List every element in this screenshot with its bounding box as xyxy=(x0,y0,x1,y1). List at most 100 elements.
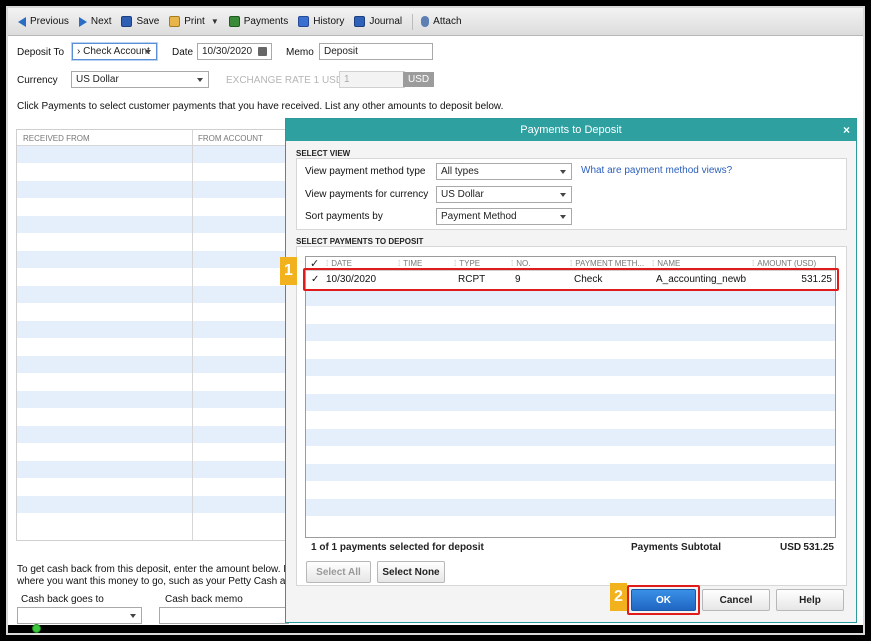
payment-row-empty xyxy=(306,411,835,429)
view-currency-value: US Dollar xyxy=(441,189,484,200)
select-all-button[interactable]: Select All xyxy=(306,561,371,583)
payment-row-type: RCPT xyxy=(458,274,486,286)
ok-button[interactable]: OK xyxy=(631,589,696,611)
cash-back-account-select[interactable] xyxy=(17,607,142,624)
column-header-amount[interactable]: ⁞ AMOUNT (USD) xyxy=(750,259,834,268)
print-label: Print xyxy=(184,16,205,27)
printer-icon xyxy=(169,16,181,27)
payment-row-empty xyxy=(306,428,835,446)
previous-button[interactable]: Previous xyxy=(14,12,73,32)
method-type-value: All types xyxy=(441,166,479,177)
column-header-type[interactable]: ⁞ TYPE xyxy=(452,259,509,268)
column-grip-icon: ⁞ xyxy=(398,259,401,268)
paperclip-icon xyxy=(421,16,430,27)
memo-label: Memo xyxy=(286,47,314,58)
cancel-button[interactable]: Cancel xyxy=(702,589,770,611)
journal-button[interactable]: Journal xyxy=(350,12,406,32)
deposit-to-select[interactable]: › Check Account xyxy=(72,43,157,60)
next-label: Next xyxy=(90,16,112,27)
chevron-down-icon xyxy=(130,614,136,618)
dialog-title-bar: Payments to Deposit × xyxy=(286,119,856,141)
save-label: Save xyxy=(136,16,160,27)
cash-back-memo-input[interactable] xyxy=(159,607,289,624)
chevron-down-icon xyxy=(560,215,566,219)
column-header-check[interactable]: ✓ xyxy=(306,257,324,270)
column-header-time[interactable]: ⁞ TIME xyxy=(396,259,452,268)
deposit-to-value: › Check Account xyxy=(77,46,150,57)
status-indicator-icon xyxy=(32,624,41,633)
cash-back-memo-label: Cash back memo xyxy=(165,594,243,605)
memo-input[interactable]: Deposit xyxy=(319,43,433,60)
toolbar-divider xyxy=(412,13,414,30)
payment-row-name: A_accounting_newb xyxy=(656,274,747,286)
column-divider xyxy=(192,130,193,540)
cash-back-goes-to-label: Cash back goes to xyxy=(21,594,104,605)
currency-select[interactable]: US Dollar xyxy=(71,71,209,88)
print-button[interactable]: Print xyxy=(165,12,209,32)
date-value: 10/30/2020 xyxy=(202,46,253,57)
payment-row-empty xyxy=(306,358,835,376)
column-header-date[interactable]: ⁞ DATE xyxy=(324,259,396,268)
currency-label: Currency xyxy=(17,75,58,86)
method-views-help-link[interactable]: What are payment method views? xyxy=(581,165,732,176)
exchange-rate-input[interactable]: 1 xyxy=(339,71,405,88)
selected-count-text: 1 of 1 payments selected for deposit xyxy=(311,542,484,553)
column-header-type-label: TYPE xyxy=(459,259,481,268)
history-label: History xyxy=(313,16,345,27)
select-none-button[interactable]: Select None xyxy=(377,561,445,583)
column-header-from-account[interactable]: FROM ACCOUNT xyxy=(192,130,269,145)
method-type-label: View payment method type xyxy=(305,166,426,177)
view-currency-label: View payments for currency xyxy=(305,189,429,200)
close-icon[interactable]: × xyxy=(843,123,850,137)
chevron-down-icon xyxy=(145,50,151,54)
select-view-panel: View payment method type All types What … xyxy=(296,158,847,230)
payment-row-number: 9 xyxy=(515,274,521,286)
payment-row-empty xyxy=(306,498,835,516)
column-header-name[interactable]: ⁞ NAME xyxy=(650,259,750,268)
previous-label: Previous xyxy=(30,16,69,27)
memo-value: Deposit xyxy=(324,46,358,57)
date-field[interactable]: 10/30/2020 xyxy=(197,43,272,60)
column-header-received-from[interactable]: RECEIVED FROM xyxy=(17,130,192,145)
dialog-title: Payments to Deposit xyxy=(520,124,622,136)
subtotal-currency: USD xyxy=(780,542,802,553)
chevron-down-icon xyxy=(197,78,203,82)
view-currency-select[interactable]: US Dollar xyxy=(436,186,572,203)
column-header-no[interactable]: ⁞ NO. xyxy=(509,259,568,268)
payment-row-empty xyxy=(306,481,835,499)
calendar-icon[interactable] xyxy=(258,47,267,56)
instructions-text: Click Payments to select customer paymen… xyxy=(17,101,504,112)
payment-row-empty xyxy=(306,446,835,464)
column-header-payment-method[interactable]: ⁞ PAYMENT METH... xyxy=(568,259,650,268)
payment-row[interactable]: ✓ 10/30/2020 RCPT 9 Check A_accounting_n… xyxy=(306,271,835,289)
payments-button[interactable]: Payments xyxy=(225,12,292,32)
attach-button[interactable]: Attach xyxy=(417,12,465,32)
next-button[interactable]: Next xyxy=(75,12,116,32)
payments-grid: ✓ ⁞ DATE ⁞ TIME ⁞ TYPE ⁞ NO. ⁞ PAYMENT METH..… xyxy=(305,256,836,538)
column-header-no-label: NO. xyxy=(516,259,531,268)
column-header-amount-label: AMOUNT (USD) xyxy=(757,259,817,268)
step-1-badge: 1 xyxy=(280,257,297,285)
history-button[interactable]: History xyxy=(294,12,348,32)
print-dropdown-icon[interactable]: ▼ xyxy=(211,17,219,26)
method-type-select[interactable]: All types xyxy=(436,163,572,180)
payments-to-deposit-dialog: Payments to Deposit × SELECT VIEW View p… xyxy=(280,118,857,623)
payment-row-method: Check xyxy=(574,274,603,286)
sort-by-value: Payment Method xyxy=(441,211,517,222)
column-grip-icon: ⁞ xyxy=(570,259,573,268)
select-payments-heading: SELECT PAYMENTS TO DEPOSIT xyxy=(296,237,424,246)
column-grip-icon: ⁞ xyxy=(511,259,514,268)
select-view-heading: SELECT VIEW xyxy=(296,149,351,158)
payment-row-checkmark[interactable]: ✓ xyxy=(306,274,324,285)
column-grip-icon: ⁞ xyxy=(652,259,655,268)
save-button[interactable]: Save xyxy=(117,12,163,32)
date-label: Date xyxy=(172,47,194,58)
payments-icon xyxy=(228,16,240,27)
column-header-payment-method-label: PAYMENT METH... xyxy=(575,259,645,268)
toolbar: Previous Next Save Print ▼ Payments Hist… xyxy=(8,8,863,36)
cash-back-note: To get cash back from this deposit, ente… xyxy=(17,564,317,588)
payments-grid-header: ✓ ⁞ DATE ⁞ TIME ⁞ TYPE ⁞ NO. ⁞ PAYMENT METH..… xyxy=(306,257,835,271)
help-button[interactable]: Help xyxy=(776,589,844,611)
sort-by-select[interactable]: Payment Method xyxy=(436,208,572,225)
column-grip-icon: ⁞ xyxy=(326,259,329,268)
